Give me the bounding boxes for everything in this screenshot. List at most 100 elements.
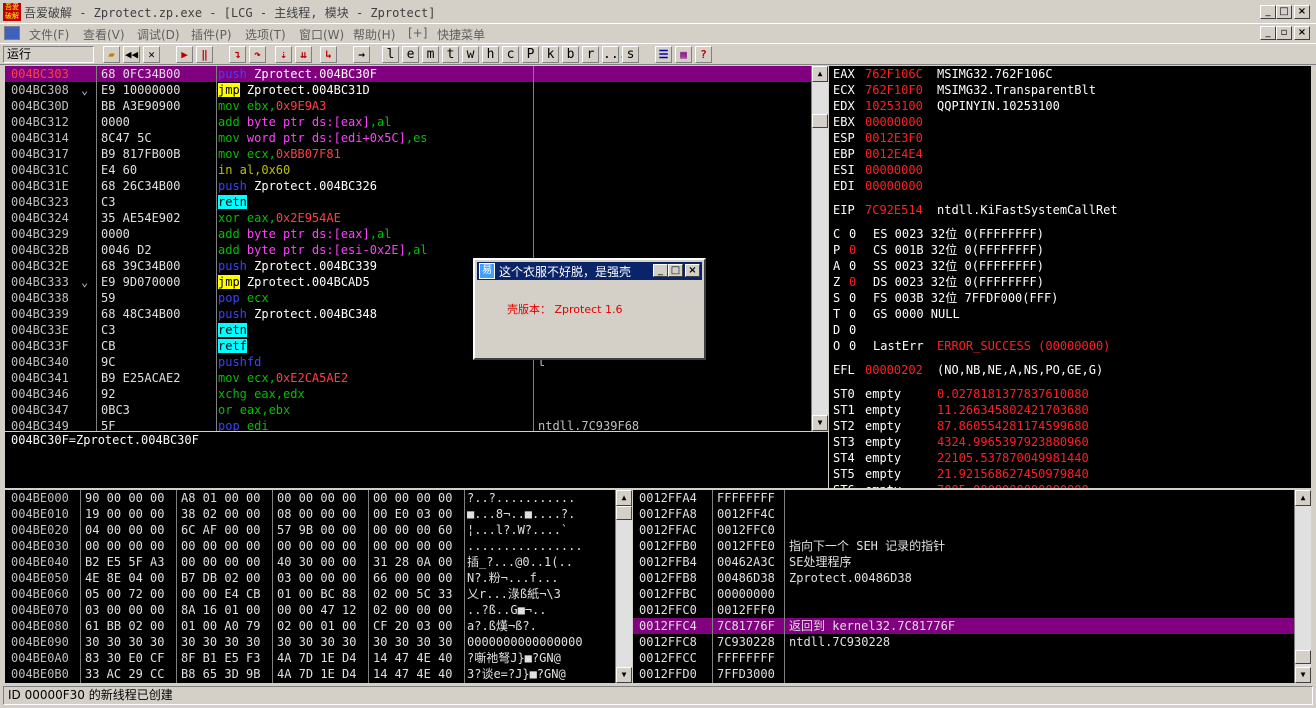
mdi-restore-button[interactable]: ▫ bbox=[1276, 26, 1292, 40]
maximize-button[interactable]: □ bbox=[1276, 5, 1292, 19]
menu-options[interactable]: 选项(T) bbox=[245, 26, 286, 43]
dump-scrollbar[interactable]: ▲ ▼ bbox=[615, 490, 632, 683]
dump-row[interactable]: 004BE090 30 30 30 30 30 30 30 30 30 30 30 3… bbox=[5, 634, 615, 650]
disasm-row[interactable]: 004BC347 0BC3 or eax,ebx bbox=[5, 402, 811, 418]
toolbar-letter-button[interactable]: e bbox=[402, 46, 419, 63]
menu-help[interactable]: 帮助(H) bbox=[353, 26, 395, 43]
mdi-minimize-button[interactable]: _ bbox=[1260, 26, 1276, 40]
dump-scroll-thumb[interactable] bbox=[616, 506, 632, 520]
stack-row[interactable]: 0012FFD0 7FFD3000 bbox=[633, 666, 1294, 682]
goto-icon[interactable]: → bbox=[353, 46, 370, 63]
disasm-row[interactable]: 004BC317 B9 817FB00B mov ecx,0xBB07F81 bbox=[5, 146, 811, 162]
dump-row[interactable]: 004BE040 B2 E5 5F A3 00 00 00 00 40 30 00 0… bbox=[5, 554, 615, 570]
dialog-minimize-button[interactable]: _ bbox=[653, 264, 668, 277]
execute-till-return-icon[interactable]: ↳ bbox=[320, 46, 337, 63]
toolbar-letter-button[interactable]: c bbox=[502, 46, 519, 63]
dialog-maximize-button[interactable]: □ bbox=[668, 264, 683, 277]
toolbar-letter-button[interactable]: k bbox=[542, 46, 559, 63]
trace-into-icon[interactable]: ⇣ bbox=[275, 46, 292, 63]
toolbar-letter-button[interactable]: s bbox=[622, 46, 639, 63]
stack-row[interactable]: 0012FFC8 7C930228 ntdll.7C930228 bbox=[633, 634, 1294, 650]
dump-row[interactable]: 004BE0A0 83 30 E0 CF 8F B1 E5 F3 4A 7D 1E D… bbox=[5, 650, 615, 666]
dump-row[interactable]: 004BE020 04 00 00 00 6C AF 00 00 57 9B 00 0… bbox=[5, 522, 615, 538]
stack-scrollbar[interactable]: ▲ ▼ bbox=[1294, 490, 1311, 683]
dump-scroll-up-icon[interactable]: ▲ bbox=[616, 490, 632, 506]
disasm-row[interactable]: 004BC31C E4 60 in al,0x60 bbox=[5, 162, 811, 178]
dump-row[interactable]: 004BE030 00 00 00 00 00 00 00 00 00 00 00 0… bbox=[5, 538, 615, 554]
toolbar-letter-button[interactable]: h bbox=[482, 46, 499, 63]
stack-row[interactable]: 0012FFB4 00462A3C SE处理程序 bbox=[633, 554, 1294, 570]
toolbar-letter-button[interactable]: w bbox=[462, 46, 479, 63]
pause-icon[interactable]: ‖ bbox=[196, 46, 213, 63]
open-icon[interactable]: ▰ bbox=[103, 46, 120, 63]
disasm-row[interactable]: 004BC323 C3 retn bbox=[5, 194, 811, 210]
step-over-icon[interactable]: ↷ bbox=[249, 46, 266, 63]
scroll-down-icon[interactable]: ▼ bbox=[812, 415, 828, 431]
stack-scroll-up-icon[interactable]: ▲ bbox=[1295, 490, 1311, 506]
disasm-row[interactable]: 004BC324 35 AE54E902 xor eax,0x2E954AE bbox=[5, 210, 811, 226]
close-file-icon[interactable]: ✕ bbox=[143, 46, 160, 63]
stack-row[interactable]: 0012FFC0 0012FFF0 bbox=[633, 602, 1294, 618]
stack-row[interactable]: 0012FFA4 FFFFFFFF bbox=[633, 490, 1294, 506]
stack-row[interactable]: 0012FFAC 0012FFC0 bbox=[633, 522, 1294, 538]
menu-window[interactable]: 窗口(W) bbox=[299, 26, 344, 43]
stack-row[interactable]: 0012FFBC 00000000 bbox=[633, 586, 1294, 602]
dump-scroll-down-icon[interactable]: ▼ bbox=[616, 667, 632, 683]
dump-row[interactable]: 004BE0B0 33 AC 29 CC B8 65 3D 9B 4A 7D 1E D… bbox=[5, 666, 615, 682]
stack-row[interactable]: 0012FFA8 0012FF4C bbox=[633, 506, 1294, 522]
close-button[interactable]: × bbox=[1294, 5, 1310, 19]
stack-pane[interactable]: 0012FFA4 FFFFFFFF 0012FFA8 0012FF4C 0012FFAC… bbox=[633, 490, 1311, 683]
stack-row[interactable]: 0012FFC4 7C81776F 返回到 kernel32.7C81776F bbox=[633, 618, 1294, 634]
stack-row[interactable]: 0012FFB8 00486D38 Zprotect.00486D38 bbox=[633, 570, 1294, 586]
disasm-scrollbar[interactable]: ▲ ▼ bbox=[811, 66, 828, 431]
menu-plugins[interactable]: 插件(P) bbox=[191, 26, 232, 43]
menu-view[interactable]: 查看(V) bbox=[83, 26, 125, 43]
disasm-row[interactable]: 004BC303 68 0FC34B00 push Zprotect.004BC30… bbox=[5, 66, 811, 82]
toolbar-letter-button[interactable]: t bbox=[442, 46, 459, 63]
disasm-row[interactable]: 004BC329 0000 add byte ptr ds:[eax],al bbox=[5, 226, 811, 242]
run-icon[interactable]: ▶ bbox=[176, 46, 193, 63]
mdi-close-button[interactable]: × bbox=[1294, 26, 1310, 40]
menu-plus[interactable]: [+] bbox=[408, 26, 427, 40]
disasm-row[interactable]: 004BC314 8C47 5C mov word ptr ds:[edi+0x5C… bbox=[5, 130, 811, 146]
toolbar-letter-button[interactable]: r bbox=[582, 46, 599, 63]
trace-over-icon[interactable]: ⇊ bbox=[295, 46, 312, 63]
scroll-thumb[interactable] bbox=[812, 114, 828, 128]
step-into-icon[interactable]: ↴ bbox=[229, 46, 246, 63]
grid-icon[interactable]: ▦ bbox=[675, 46, 692, 63]
dump-row[interactable]: 004BE070 03 00 00 00 8A 16 01 00 00 00 47 1… bbox=[5, 602, 615, 618]
disasm-row[interactable]: 004BC32B 0046 D2 add byte ptr ds:[esi-0x2E… bbox=[5, 242, 811, 258]
disasm-row[interactable]: 004BC349 5F pop edi bbox=[5, 418, 811, 431]
menu-debug[interactable]: 调试(D) bbox=[137, 26, 180, 43]
dump-row[interactable]: 004BE050 4E 8E 04 00 B7 DB 02 00 03 00 00 0… bbox=[5, 570, 615, 586]
list-icon[interactable]: ☰ bbox=[655, 46, 672, 63]
dump-row[interactable]: 004BE010 19 00 00 00 38 02 00 00 08 00 00 0… bbox=[5, 506, 615, 522]
dialog-close-button[interactable]: × bbox=[685, 264, 700, 277]
disasm-row[interactable]: 004BC346 92 xchg eax,edx bbox=[5, 386, 811, 402]
toolbar-letter-button[interactable]: P bbox=[522, 46, 539, 63]
toolbar-letter-button[interactable]: b bbox=[562, 46, 579, 63]
dump-pane[interactable]: 004BE000 90 00 00 00 A8 01 00 00 00 00 00 0… bbox=[5, 490, 632, 683]
disassembly-pane[interactable]: 004BC303 68 0FC34B00 push Zprotect.004BC30… bbox=[5, 66, 828, 431]
toolbar-letter-button[interactable]: l bbox=[382, 46, 399, 63]
stack-row[interactable]: 0012FFCC FFFFFFFF bbox=[633, 650, 1294, 666]
mdi-doc-icon[interactable] bbox=[4, 26, 20, 40]
dump-row[interactable]: 004BE080 61 BB 02 00 01 00 A0 79 02 00 01 0… bbox=[5, 618, 615, 634]
disasm-row[interactable]: 004BC31E 68 26C34B00 push Zprotect.004BC32… bbox=[5, 178, 811, 194]
stack-scroll-down-icon[interactable]: ▼ bbox=[1295, 667, 1311, 683]
stack-row[interactable]: 0012FFB0 0012FFE0 指向下一个 SEH 记录的指针 bbox=[633, 538, 1294, 554]
disasm-row[interactable]: 004BC30D BB A3E90900 mov ebx,0x9E9A3 bbox=[5, 98, 811, 114]
disasm-row[interactable]: 004BC312 0000 add byte ptr ds:[eax],al bbox=[5, 114, 811, 130]
disasm-row[interactable]: 004BC341 B9 E25ACAE2 mov ecx,0xE2CA5AE2 bbox=[5, 370, 811, 386]
dump-row[interactable]: 004BE000 90 00 00 00 A8 01 00 00 00 00 00 0… bbox=[5, 490, 615, 506]
minimize-button[interactable]: _ bbox=[1260, 5, 1276, 19]
menu-shortcut[interactable]: 快捷菜单 bbox=[437, 26, 485, 43]
disasm-row[interactable]: 004BC308 ⌄ E9 10000000 jmp Zprotect.004BC31… bbox=[5, 82, 811, 98]
stack-scroll-thumb[interactable] bbox=[1295, 650, 1311, 664]
registers-pane[interactable]: EAX 762F106C MSIMG32.762F106C ECX 762F10F0 MS… bbox=[829, 66, 1311, 488]
help-icon[interactable]: ? bbox=[695, 46, 712, 63]
rewind-icon[interactable]: ◀◀ bbox=[123, 46, 140, 63]
toolbar-letter-button[interactable]: ... bbox=[602, 46, 626, 63]
dump-row[interactable]: 004BE060 05 00 72 00 00 00 E4 CB 01 00 BC 8… bbox=[5, 586, 615, 602]
scroll-up-icon[interactable]: ▲ bbox=[812, 66, 828, 82]
